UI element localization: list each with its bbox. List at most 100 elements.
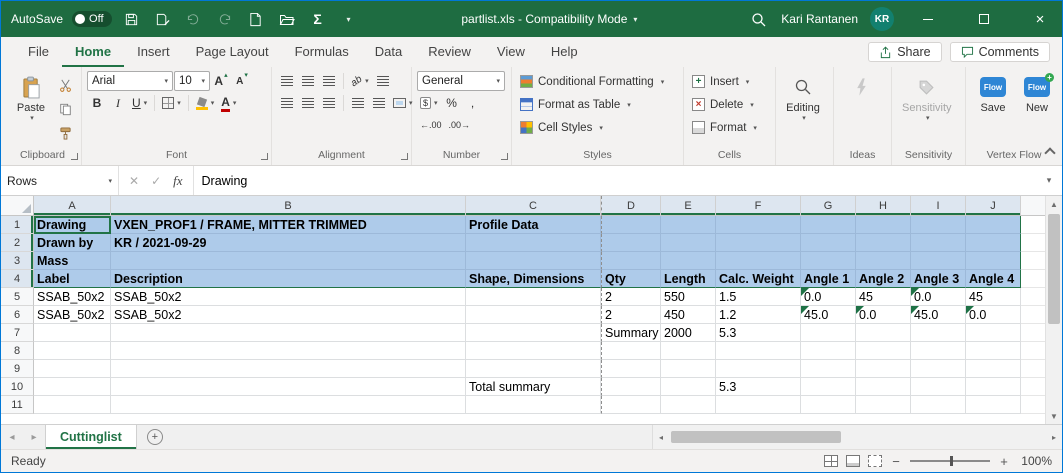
- cell-E7[interactable]: 2000: [661, 324, 716, 342]
- search-icon[interactable]: [747, 7, 769, 31]
- cell-D7[interactable]: Summary: [601, 324, 661, 342]
- cell-B10[interactable]: [111, 378, 466, 396]
- clipboard-dialog-launcher[interactable]: [71, 153, 78, 160]
- cell-D6[interactable]: 2: [601, 306, 661, 324]
- cell-E8[interactable]: [661, 342, 716, 360]
- column-header-A[interactable]: A: [34, 196, 111, 216]
- wrap-text-button[interactable]: [373, 71, 393, 91]
- scroll-right-icon[interactable]: ▸: [1046, 429, 1062, 445]
- format-cells-button[interactable]: Format▾: [689, 117, 760, 138]
- cell-H8[interactable]: [856, 342, 911, 360]
- new-sheet-button[interactable]: +: [147, 429, 163, 445]
- cell-E9[interactable]: [661, 360, 716, 378]
- alignment-dialog-launcher[interactable]: [401, 153, 408, 160]
- cell-J11[interactable]: [966, 396, 1021, 414]
- zoom-slider-thumb[interactable]: [950, 456, 953, 466]
- cell-G5[interactable]: 0.0: [801, 288, 856, 306]
- column-header-I[interactable]: I: [911, 196, 966, 216]
- horizontal-scroll-thumb[interactable]: [671, 431, 841, 443]
- row-header-5[interactable]: 5: [1, 288, 34, 306]
- tab-review[interactable]: Review: [415, 37, 484, 67]
- cell-B2[interactable]: KR / 2021-09-29: [111, 234, 466, 252]
- row-header-6[interactable]: 6: [1, 306, 34, 324]
- zoom-out-button[interactable]: −: [890, 454, 902, 469]
- cell-J6[interactable]: 0.0: [966, 306, 1021, 324]
- cut-button[interactable]: [55, 75, 75, 95]
- decrease-indent-button[interactable]: [348, 93, 368, 113]
- maximize-button[interactable]: [962, 1, 1006, 37]
- cell-G4[interactable]: Angle 1: [801, 270, 856, 288]
- tab-file[interactable]: File: [15, 37, 62, 67]
- cell-I6[interactable]: 45.0: [911, 306, 966, 324]
- cell-C3[interactable]: [466, 252, 601, 270]
- zoom-slider[interactable]: [910, 460, 990, 462]
- comma-style-button[interactable]: ,: [463, 93, 483, 113]
- scroll-left-icon[interactable]: ◂: [653, 429, 669, 445]
- font-family-select[interactable]: Arial▾: [87, 71, 173, 91]
- cell-C1[interactable]: Profile Data: [466, 216, 601, 234]
- decrease-decimal-button[interactable]: .00→: [446, 115, 474, 135]
- cell-G10[interactable]: [801, 378, 856, 396]
- cell-G11[interactable]: [801, 396, 856, 414]
- row-header-10[interactable]: 10: [1, 378, 34, 396]
- cell-I8[interactable]: [911, 342, 966, 360]
- enter-formula-icon[interactable]: ✓: [151, 174, 161, 188]
- align-top-button[interactable]: [277, 71, 297, 91]
- cell-I4[interactable]: Angle 3: [911, 270, 966, 288]
- cell-D11[interactable]: [601, 396, 661, 414]
- cell-I9[interactable]: [911, 360, 966, 378]
- row-header-7[interactable]: 7: [1, 324, 34, 342]
- cell-H2[interactable]: [856, 234, 911, 252]
- insert-cells-button[interactable]: Insert▾: [689, 71, 752, 92]
- row-header-9[interactable]: 9: [1, 360, 34, 378]
- scroll-up-icon[interactable]: ▲: [1046, 196, 1062, 212]
- scroll-down-icon[interactable]: ▼: [1046, 408, 1062, 424]
- cell-A2[interactable]: Drawn by: [34, 234, 111, 252]
- bold-button[interactable]: B: [87, 93, 107, 113]
- row-header-1[interactable]: 1: [1, 216, 34, 234]
- select-all-button[interactable]: [1, 196, 34, 216]
- cell-A1[interactable]: Drawing: [34, 216, 111, 234]
- close-button[interactable]: ×: [1018, 1, 1062, 37]
- column-header-D[interactable]: D: [601, 196, 661, 216]
- comments-button[interactable]: Comments: [950, 42, 1050, 62]
- cell-C5[interactable]: [466, 288, 601, 306]
- row-header-8[interactable]: 8: [1, 342, 34, 360]
- cell-A7[interactable]: [34, 324, 111, 342]
- cell-A10[interactable]: [34, 378, 111, 396]
- format-as-table-button[interactable]: Format as Table▾: [517, 94, 634, 115]
- cell-I11[interactable]: [911, 396, 966, 414]
- cell-F4[interactable]: Calc. Weight: [716, 270, 801, 288]
- cell-I5[interactable]: 0.0: [911, 288, 966, 306]
- align-left-button[interactable]: [277, 93, 297, 113]
- cell-I1[interactable]: [911, 216, 966, 234]
- align-center-button[interactable]: [298, 93, 318, 113]
- cell-E6[interactable]: 450: [661, 306, 716, 324]
- cell-G8[interactable]: [801, 342, 856, 360]
- accounting-format-button[interactable]: $▾: [417, 93, 441, 113]
- redo-icon[interactable]: [214, 7, 236, 31]
- expand-formula-bar-icon[interactable]: ▾: [1036, 166, 1062, 195]
- cell-F1[interactable]: [716, 216, 801, 234]
- font-size-select[interactable]: 10▾: [174, 71, 210, 91]
- sheet-tab-cuttinglist[interactable]: Cuttinglist: [45, 425, 137, 449]
- cell-F6[interactable]: 1.2: [716, 306, 801, 324]
- align-bottom-button[interactable]: [319, 71, 339, 91]
- cell-A5[interactable]: SSAB_50x2: [34, 288, 111, 306]
- vertical-scrollbar[interactable]: ▲ ▼: [1045, 196, 1062, 424]
- orientation-button[interactable]: ab▾: [348, 71, 372, 91]
- cell-D5[interactable]: 2: [601, 288, 661, 306]
- column-header-B[interactable]: B: [111, 196, 466, 216]
- cell-A8[interactable]: [34, 342, 111, 360]
- cell-E10[interactable]: [661, 378, 716, 396]
- cell-F10[interactable]: 5.3: [716, 378, 801, 396]
- cell-J4[interactable]: Angle 4: [966, 270, 1021, 288]
- tab-data[interactable]: Data: [362, 37, 415, 67]
- cell-E5[interactable]: 550: [661, 288, 716, 306]
- percent-style-button[interactable]: %: [442, 93, 462, 113]
- number-format-select[interactable]: General▾: [417, 71, 505, 91]
- cell-A3[interactable]: Mass: [34, 252, 111, 270]
- page-break-view-button[interactable]: [868, 455, 882, 467]
- save-icon[interactable]: [121, 7, 143, 31]
- cell-G9[interactable]: [801, 360, 856, 378]
